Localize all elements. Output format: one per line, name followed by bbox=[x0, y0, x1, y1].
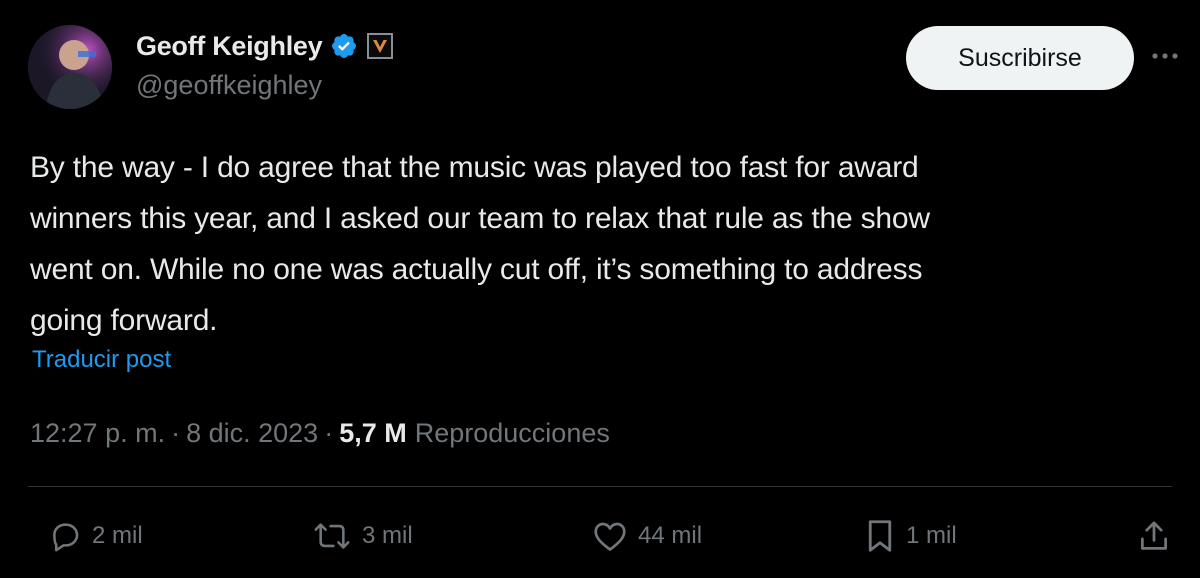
user-handle[interactable]: @geoffkeighley bbox=[136, 70, 322, 101]
tweet-meta: 12:27 p. m. · 8 dic. 2023 · 5,7 M Reprod… bbox=[30, 418, 610, 449]
like-icon bbox=[592, 519, 628, 553]
share-icon bbox=[1138, 518, 1170, 554]
meta-separator: · bbox=[324, 418, 334, 448]
name-row: Geoff Keighley bbox=[136, 28, 394, 64]
tweet-text: By the way - I do agree that the music w… bbox=[30, 151, 930, 337]
more-icon[interactable] bbox=[1150, 44, 1180, 68]
meta-separator: · bbox=[171, 418, 181, 448]
like-button[interactable]: 44 mil bbox=[592, 516, 702, 556]
tweet-date[interactable]: 8 dic. 2023 bbox=[186, 418, 318, 449]
tweet-time[interactable]: 12:27 p. m. bbox=[30, 418, 165, 449]
views-label[interactable]: Reproducciones bbox=[415, 418, 610, 449]
repost-button[interactable]: 3 mil bbox=[312, 516, 413, 556]
repost-count: 3 mil bbox=[362, 522, 413, 549]
reply-count: 2 mil bbox=[92, 522, 143, 549]
divider bbox=[28, 486, 1172, 487]
reply-button[interactable]: 2 mil bbox=[48, 516, 143, 556]
verified-badge-icon bbox=[330, 32, 358, 60]
repost-icon bbox=[312, 519, 352, 553]
affiliate-badge-icon[interactable] bbox=[366, 32, 394, 60]
views-count[interactable]: 5,7 M bbox=[339, 418, 407, 449]
avatar-image bbox=[28, 25, 112, 109]
reply-icon bbox=[48, 519, 82, 553]
bookmark-count: 1 mil bbox=[906, 522, 957, 549]
bookmark-button[interactable]: 1 mil bbox=[864, 516, 957, 556]
avatar[interactable] bbox=[28, 25, 112, 109]
tweet-card: Geoff Keighley @geoffkeighley Suscribirs… bbox=[0, 0, 1200, 578]
like-count: 44 mil bbox=[638, 522, 703, 549]
translate-post-link[interactable]: Traducir post bbox=[32, 346, 171, 374]
bookmark-icon bbox=[864, 518, 896, 554]
display-name[interactable]: Geoff Keighley bbox=[136, 31, 323, 62]
share-button[interactable] bbox=[1138, 516, 1170, 556]
subscribe-button[interactable]: Suscribirse bbox=[906, 26, 1134, 90]
